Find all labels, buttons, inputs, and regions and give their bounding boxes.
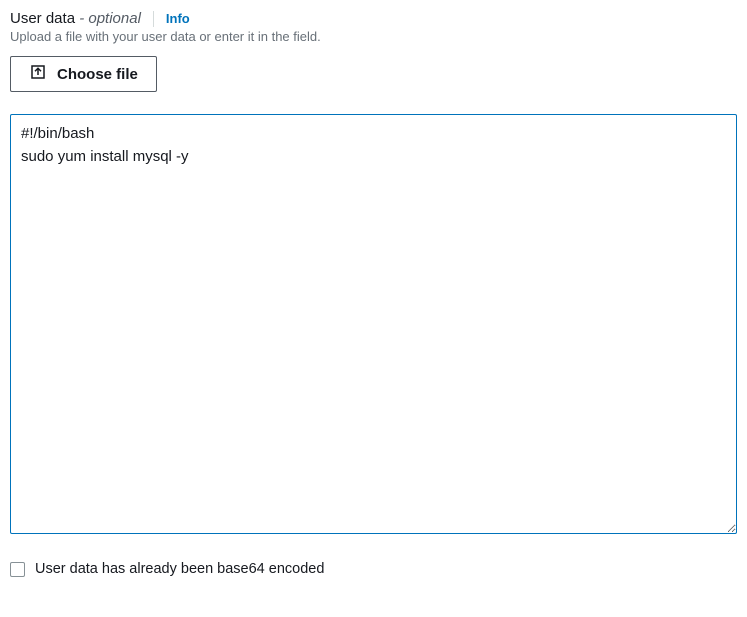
- divider: [153, 11, 154, 27]
- userdata-textarea[interactable]: [10, 114, 737, 534]
- upload-icon: [29, 63, 47, 85]
- choose-file-label: Choose file: [57, 66, 138, 83]
- base64-checkbox-row[interactable]: User data has already been base64 encode…: [10, 561, 737, 577]
- choose-file-button[interactable]: Choose file: [10, 56, 157, 92]
- section-title-optional: - optional: [75, 10, 141, 27]
- section-title-text: User data: [10, 10, 75, 27]
- section-header: User data - optional Info: [10, 10, 737, 27]
- section-title: User data - optional: [10, 10, 141, 27]
- helper-text: Upload a file with your user data or ent…: [10, 29, 737, 44]
- base64-checkbox[interactable]: [10, 562, 25, 577]
- base64-checkbox-label: User data has already been base64 encode…: [35, 561, 324, 577]
- info-link[interactable]: Info: [166, 11, 190, 26]
